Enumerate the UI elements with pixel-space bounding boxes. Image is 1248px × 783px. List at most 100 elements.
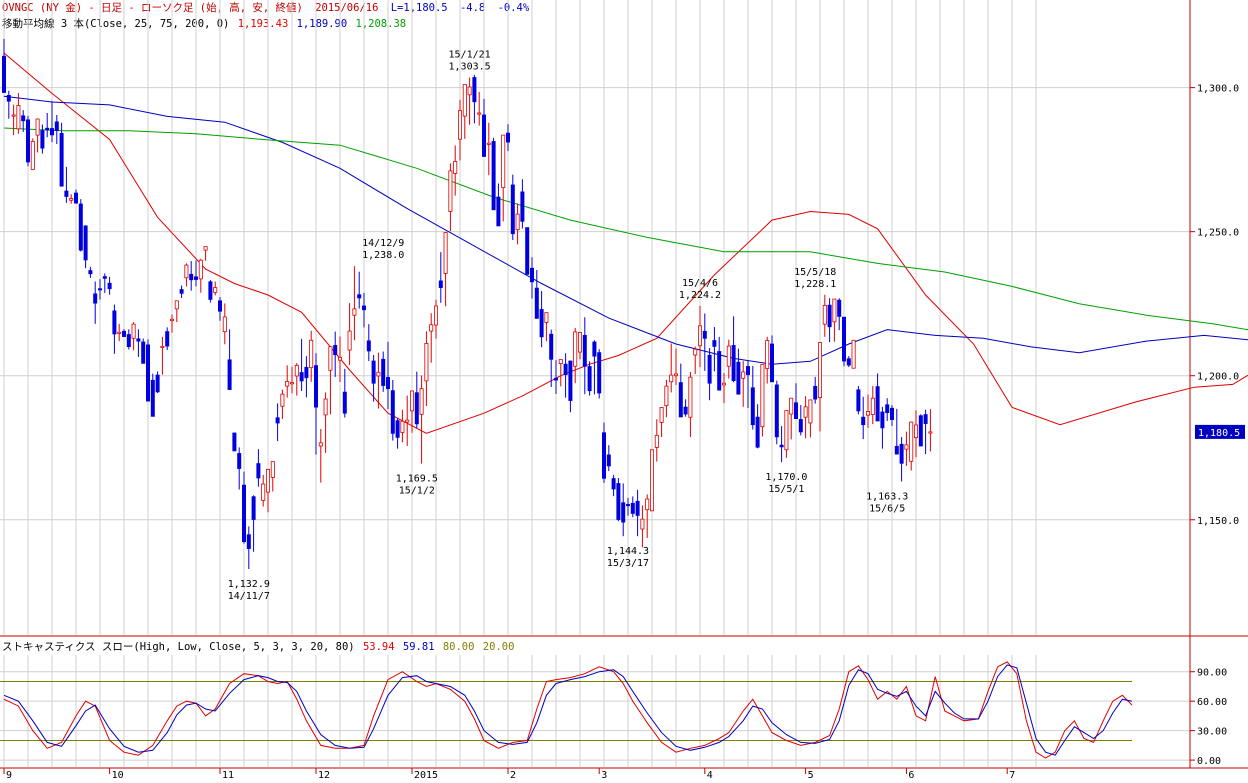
last-price-marker-label: 1,180.5 [1198,428,1240,439]
candle-down [678,382,683,418]
candle-down [45,127,50,131]
stoch-axis-label: 60.00 [1197,697,1227,708]
candle-down [366,340,371,352]
candle-up [851,339,856,369]
annotation-value: 1,303.5 [449,62,491,73]
annotation-date: 15/4/6 [682,278,718,289]
candle-up [419,388,424,415]
candle-down [145,344,150,402]
candle-up [462,84,467,117]
candle-up [866,411,871,416]
candle-down [525,227,530,275]
candle-down [59,133,64,187]
candle-up [261,483,266,501]
candle-up [693,348,698,356]
candle-up [457,110,462,140]
month-label: 9 [6,770,12,781]
candle-down [611,478,616,490]
annotation-date: 15/5/18 [794,267,836,278]
candle-down [621,502,626,523]
candle-up [832,298,837,323]
candle-down [208,281,213,300]
candle-up [558,359,563,365]
candle-up [515,213,520,231]
candle-down [750,387,755,426]
chart-canvas: 1,150.0 1,200.0 1,250.0 1,300.0 0.00 30.00 60.… [0,0,1248,781]
candle-down [227,359,232,390]
candle-down [371,360,376,384]
month-label: 6 [908,770,914,781]
candle-up [347,330,352,351]
candle-down [98,288,103,291]
candle-down [21,115,26,122]
candle-up [11,114,16,117]
candle-down [496,196,501,227]
annotation-date: 15/1/21 [449,50,491,61]
candle-down [237,453,242,469]
candle-down [414,392,419,425]
candle-up [698,325,703,347]
candle-down [702,330,707,339]
candle-down [141,341,146,364]
annotation-date: 15/6/5 [869,503,905,514]
candle-down [189,273,194,281]
candle-up [424,343,429,382]
candle-up [289,382,294,385]
candle-up [803,406,808,418]
candle-down [251,496,256,520]
candle-up [650,449,655,512]
candle-down [64,190,69,197]
candle-up [429,324,434,332]
candle-up [222,316,227,333]
candle-up [280,393,285,407]
candle-down [602,432,607,479]
candle-up [448,170,453,212]
candle-down [530,267,535,283]
candle-down [381,358,386,386]
candle-down [299,372,304,382]
annotation-date: 15/5/1 [768,484,804,495]
annotation-value: 1,169.5 [396,474,438,485]
candle-up [669,374,674,383]
annotation-date: 15/1/2 [399,486,435,497]
candle-up [688,376,693,418]
candle-down [472,77,477,103]
candle-up [573,331,578,367]
candle-down [438,280,443,288]
candle-down [846,358,851,366]
month-label: 5 [808,770,814,781]
candle-up [117,331,122,334]
price-axis-label: 1,150.0 [1197,516,1239,527]
candle-down [50,128,55,136]
month-label: 2015 [414,770,438,781]
candle-down [890,407,895,420]
chart-root: OVNGC (NY 金) - 日足 - ローソク足 (始, 高, 安, 終値) … [0,0,1248,783]
candle-down [150,379,155,417]
candle-down [6,94,11,102]
annotation-date: 14/11/7 [228,591,270,602]
annotation-date: 15/3/17 [607,558,649,569]
candle-down [899,443,904,464]
candle-up [433,305,438,326]
annotation-value: 1,228.1 [794,279,836,290]
candle-down [856,389,861,412]
candle-down [880,411,885,429]
candle-down [246,534,251,549]
candle-up [160,345,165,348]
annotation-value: 1,224.2 [679,290,721,301]
candle-down [875,386,880,422]
stoch-axis-label: 0.00 [1197,756,1221,767]
candle-down [587,366,592,392]
stoch-d-line [3,664,1133,756]
candle-up [405,419,410,423]
candle-down [241,484,246,543]
candle-down [683,406,688,415]
candle-up [674,373,679,377]
candle-up [30,141,35,170]
price-axis-label: 1,200.0 [1197,372,1239,383]
annotation-value: 1,170.0 [765,472,807,483]
candle-down [755,416,760,448]
price-axis-label: 1,300.0 [1197,84,1239,95]
candle-down [626,504,631,507]
ma25-line [3,52,1248,434]
